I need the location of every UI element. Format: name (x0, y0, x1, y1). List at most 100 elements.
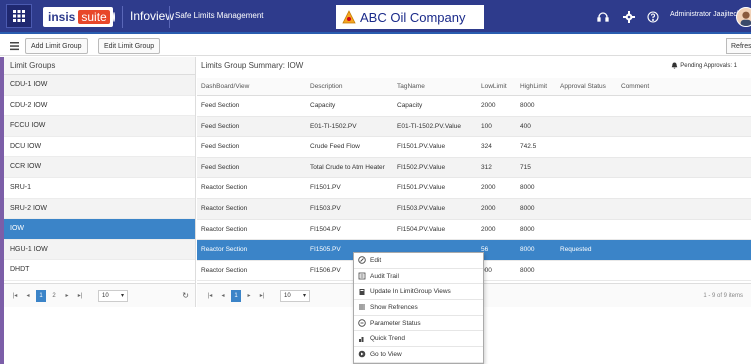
page-size-select[interactable]: 10 ▾ (280, 289, 310, 302)
limit-group-item[interactable]: IOW (4, 219, 195, 240)
table-cell: Reactor Section (201, 184, 248, 192)
table-cell: Reactor Section (201, 225, 248, 233)
context-menu-label: Show Refrences (370, 303, 418, 311)
limit-group-item[interactable]: HGU-1 IOW (4, 239, 195, 261)
table-cell: 400 (520, 122, 531, 130)
grid-icon (13, 10, 25, 22)
table-row[interactable]: Feed Section Capacity Capacity 2000 8000 (197, 96, 751, 117)
context-menu-item[interactable]: Audit Trail (354, 269, 483, 285)
context-menu-item[interactable]: Parameter Status (354, 316, 483, 332)
table-row[interactable]: Reactor Section FI1504.PV FI1504.PV.Value 2… (197, 220, 751, 241)
last-page-icon[interactable]: ▸| (257, 290, 267, 302)
items-count: 1 - 9 of 9 items (703, 292, 743, 299)
settings-button[interactable] (620, 8, 638, 26)
toolbar: Add Limit Group Edit Limit Group Refresh (0, 36, 751, 56)
reload-icon[interactable]: ↻ (182, 291, 189, 300)
table-cell: Feed Section (201, 163, 240, 171)
summary-title: Limits Group Summary: IOW (201, 61, 304, 70)
next-page-icon[interactable]: ▸ (244, 290, 254, 302)
limit-group-item[interactable]: FCCU IOW (4, 116, 195, 137)
update-icon (359, 288, 365, 295)
table-cell: 8000 (520, 225, 535, 233)
table-cell: FI1504.PV.Value (397, 225, 446, 233)
table-cell: FI1504.PV (310, 225, 341, 233)
table-cell: 312 (481, 163, 492, 171)
table-cell: 8000 (520, 204, 535, 212)
context-menu-item[interactable]: Quick Trend (354, 331, 483, 348)
table-cell: 2000 (481, 204, 496, 212)
page-size-value: 10 (102, 292, 109, 299)
table-cell: FI1501.PV.Value (397, 184, 446, 192)
help-icon (647, 11, 659, 23)
context-menu-item[interactable]: Edit (354, 253, 483, 269)
next-page-icon[interactable]: ▸ (62, 290, 72, 302)
table-cell: 2000 (481, 184, 496, 192)
table-cell: 56 (481, 246, 489, 254)
first-page-icon[interactable]: |◂ (10, 290, 20, 302)
limit-group-item[interactable]: DCU IOW (4, 137, 195, 158)
references-icon (359, 304, 365, 311)
table-row[interactable]: Reactor Section FI1501.PV FI1501.PV.Value 2… (197, 178, 751, 199)
prev-page-icon[interactable]: ◂ (23, 290, 33, 302)
hamburger-menu-icon[interactable] (8, 39, 22, 53)
table-cell: Crude Feed Flow (310, 143, 360, 151)
table-cell: E01-TI-1502.PV.Value (397, 122, 461, 130)
column-header[interactable]: TagName (397, 78, 477, 96)
table-cell: 8000 (520, 266, 535, 274)
add-limit-group-button[interactable]: Add Limit Group (25, 38, 88, 54)
headset-icon (597, 12, 609, 22)
table-cell: 8000 (520, 184, 535, 192)
user-avatar-icon (740, 11, 751, 26)
help-button[interactable] (644, 8, 662, 26)
column-header[interactable]: Description (310, 78, 394, 96)
context-menu-label: Audit Trail (370, 272, 399, 280)
limit-group-item[interactable]: CCR IOW (4, 157, 195, 178)
pending-approvals[interactable]: Pending Approvals: 1 (671, 62, 737, 69)
column-header[interactable]: Approval Status (560, 78, 620, 96)
table-cell: 000 (481, 266, 492, 274)
table-cell: Capacity (310, 102, 336, 109)
row-context-menu: Edit Audit Trail Update In LimitGroup View… (353, 252, 484, 364)
limit-group-item[interactable]: DHDT (4, 260, 195, 281)
limit-groups-list: CDU-1 IOW CDU-2 IOW FCCU IOW DCU IOW CCR IOW… (4, 75, 195, 281)
context-menu-item[interactable]: Update In LimitGroup Views (354, 284, 483, 301)
page-1-button[interactable]: 1 (231, 289, 241, 302)
panel-title: Limit Groups (4, 57, 195, 75)
page-1-button[interactable]: 1 (36, 289, 46, 302)
limit-group-item[interactable]: SRU-2 IOW (4, 198, 195, 220)
support-button[interactable] (594, 8, 612, 26)
limit-group-item[interactable]: CDU-1 IOW (4, 75, 195, 96)
table-cell: FI1503.PV.Value (397, 204, 446, 212)
last-page-icon[interactable]: ▸| (75, 290, 85, 302)
avatar[interactable] (736, 7, 751, 27)
limit-group-item[interactable]: SRU-1 (4, 178, 195, 199)
audit-icon (358, 272, 366, 280)
first-page-icon[interactable]: |◂ (205, 290, 215, 302)
column-header[interactable]: Comment (621, 78, 681, 96)
table-cell: FI1501.PV.Value (397, 143, 446, 151)
table-row[interactable]: Feed Section E01-TI-1502.PV E01-TI-1502.PV… (197, 116, 751, 138)
prev-page-icon[interactable]: ◂ (218, 290, 228, 302)
column-header[interactable]: HighLimit (520, 78, 556, 96)
column-header[interactable]: LowLimit (481, 78, 517, 96)
chevron-down-icon: ▾ (120, 293, 124, 299)
user-name[interactable]: Administrator Jaajitech (670, 11, 741, 18)
table-row[interactable]: Feed Section Crude Feed Flow FI1501.PV.Val… (197, 137, 751, 158)
refresh-button[interactable]: Refresh (726, 38, 751, 54)
limit-group-item[interactable]: CDU-2 IOW (4, 96, 195, 117)
table-cell: 324 (481, 143, 492, 151)
app-launcher-button[interactable] (6, 4, 32, 28)
page-2-button[interactable]: 2 (49, 290, 59, 302)
context-menu-item[interactable]: Show Refrences (354, 300, 483, 316)
edit-limit-group-button[interactable]: Edit Limit Group (98, 38, 161, 54)
table-cell: 100 (481, 122, 492, 130)
logo-text-suite: suite (78, 10, 110, 24)
table-cell: 715 (520, 163, 531, 171)
table-row[interactable]: Reactor Section FI1503.PV FI1503.PV.Value 2… (197, 198, 751, 220)
table-row[interactable]: Feed Section Total Crude to Atm Heater FI1… (197, 157, 751, 179)
column-header[interactable]: DashBoard/View (201, 78, 309, 96)
module-name: Safe Limits Management (175, 11, 264, 20)
page-size-select[interactable]: 10 ▾ (98, 289, 128, 302)
table-cell: 2000 (481, 225, 496, 233)
context-menu-item[interactable]: Go to View (354, 347, 483, 363)
